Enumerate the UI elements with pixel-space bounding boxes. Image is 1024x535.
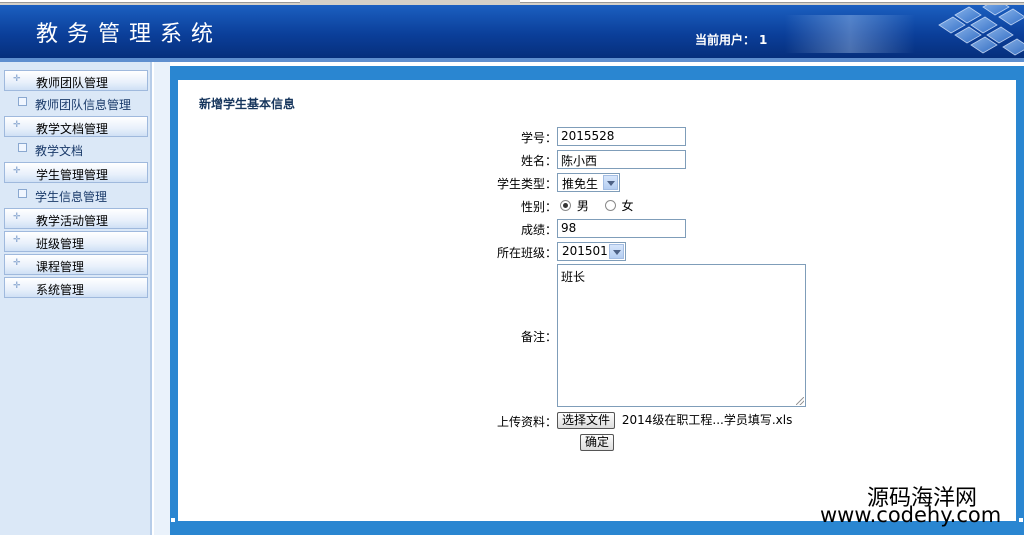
sidebar: ✛ 教师团队管理 教师团队信息管理 ✛ 教学文档管理 教学文档 ✛ 学生管理管理…: [0, 62, 152, 535]
row-class: 所在班级： 201501: [470, 242, 830, 264]
watermark-url: www.codehy.com: [820, 503, 1002, 527]
name-input[interactable]: 陈小西: [557, 150, 686, 169]
remark-label: 备注：: [520, 330, 557, 344]
sidebar-item-class-management[interactable]: ✛ 班级管理: [4, 231, 148, 252]
app-title: 教务管理系统: [36, 22, 223, 47]
form-title: 新增学生基本信息: [199, 97, 296, 111]
sidebar-item-teaching-docs[interactable]: ✛ 教学文档管理: [4, 116, 148, 137]
sidebar-gap: [154, 62, 170, 535]
class-value: 201501: [562, 244, 608, 258]
student-type-select[interactable]: 推免生: [557, 173, 620, 192]
student-id-label: 学号：: [520, 131, 557, 145]
gender-male-radio[interactable]: [560, 200, 571, 211]
sidebar-item-teacher-team-info[interactable]: 教师团队信息管理: [4, 93, 148, 114]
sidebar-item-label: 教学活动管理: [36, 214, 109, 228]
class-select[interactable]: 201501: [557, 242, 626, 261]
row-gender: 性别： 男 女: [470, 196, 830, 218]
sidebar-item-label: 系统管理: [36, 283, 85, 297]
gender-female-radio[interactable]: [604, 200, 616, 211]
sidebar-item-label: 班级管理: [36, 237, 85, 251]
expand-icon: ✛: [13, 166, 21, 176]
sidebar-item-student-management[interactable]: ✛ 学生管理管理: [4, 162, 148, 183]
sidebar-item-label: 学生信息管理: [35, 190, 108, 204]
expand-icon: ✛: [13, 74, 21, 84]
remark-value: 班长: [561, 270, 586, 284]
submit-button[interactable]: 确定: [580, 434, 615, 451]
sidebar-item-teaching-doc[interactable]: 教学文档: [4, 139, 148, 160]
gender-label: 性别：: [520, 200, 557, 214]
upload-label: 上传资料：: [496, 415, 557, 429]
page-icon: [18, 143, 27, 152]
sidebar-item-label: 教学文档: [35, 144, 84, 158]
sidebar-item-teacher-team[interactable]: ✛ 教师团队管理: [4, 70, 148, 91]
row-name: 姓名： 陈小西: [470, 150, 830, 172]
expand-icon: ✛: [13, 212, 21, 222]
page-icon: [18, 189, 27, 198]
sidebar-item-label: 教师团队信息管理: [35, 98, 132, 112]
student-type-label: 学生类型：: [496, 177, 557, 191]
sidebar-item-label: 课程管理: [36, 260, 85, 274]
page-icon: [18, 97, 27, 106]
score-input[interactable]: 98: [557, 219, 686, 238]
student-id-input[interactable]: 2015528: [557, 127, 686, 146]
sidebar-menu: ✛ 教师团队管理 教师团队信息管理 ✛ 教学文档管理 教学文档 ✛ 学生管理管理…: [4, 70, 148, 300]
keyboard-decoration-icon: [938, 5, 1024, 56]
expand-icon: ✛: [13, 258, 21, 268]
corner-marker: [1018, 517, 1024, 523]
corner-marker: [170, 517, 176, 523]
class-label: 所在班级：: [496, 246, 557, 260]
current-user-value: 1: [759, 33, 768, 47]
resize-grip-icon[interactable]: [796, 397, 804, 405]
row-student-id: 学号： 2015528: [470, 127, 830, 149]
name-label: 姓名：: [520, 154, 557, 168]
row-upload: 上传资料： 选择文件 2014级在职工程...学员填写.xls: [470, 411, 830, 433]
remark-textarea[interactable]: 班长: [557, 264, 806, 407]
chevron-down-icon[interactable]: [609, 244, 624, 259]
row-score: 成绩： 98: [470, 219, 830, 241]
sidebar-item-course-management[interactable]: ✛ 课程管理: [4, 254, 148, 275]
sidebar-item-system-management[interactable]: ✛ 系统管理: [4, 277, 148, 298]
student-type-value: 推免生: [562, 177, 599, 191]
app-header: 教务管理系统 当前用户： 1: [0, 5, 1024, 58]
sidebar-item-teaching-activity[interactable]: ✛ 教学活动管理: [4, 208, 148, 229]
row-remark: 备注： 班长: [470, 264, 830, 408]
chevron-down-icon[interactable]: [603, 175, 618, 190]
choose-file-button[interactable]: 选择文件: [557, 412, 616, 429]
browser-strip-left: [0, 0, 300, 3]
row-submit: 确定: [470, 434, 830, 456]
score-label: 成绩：: [520, 223, 557, 237]
sidebar-item-label: 学生管理管理: [36, 168, 109, 182]
current-user-label: 当前用户：: [695, 33, 756, 47]
expand-icon: ✛: [13, 120, 21, 130]
expand-icon: ✛: [13, 281, 21, 291]
sidebar-item-label: 教学文档管理: [36, 122, 109, 136]
sidebar-item-student-info[interactable]: 学生信息管理: [4, 185, 148, 206]
expand-icon: ✛: [13, 235, 21, 245]
sidebar-item-label: 教师团队管理: [36, 76, 109, 90]
current-user: 当前用户： 1: [695, 31, 767, 48]
gender-male-label: 男: [576, 199, 589, 213]
header-glow: [785, 15, 915, 53]
upload-filename: 2014级在职工程...学员填写.xls: [621, 413, 793, 427]
browser-strip-right: [520, 0, 1024, 3]
row-student-type: 学生类型： 推免生: [470, 173, 830, 195]
gender-female-label: 女: [621, 199, 634, 213]
